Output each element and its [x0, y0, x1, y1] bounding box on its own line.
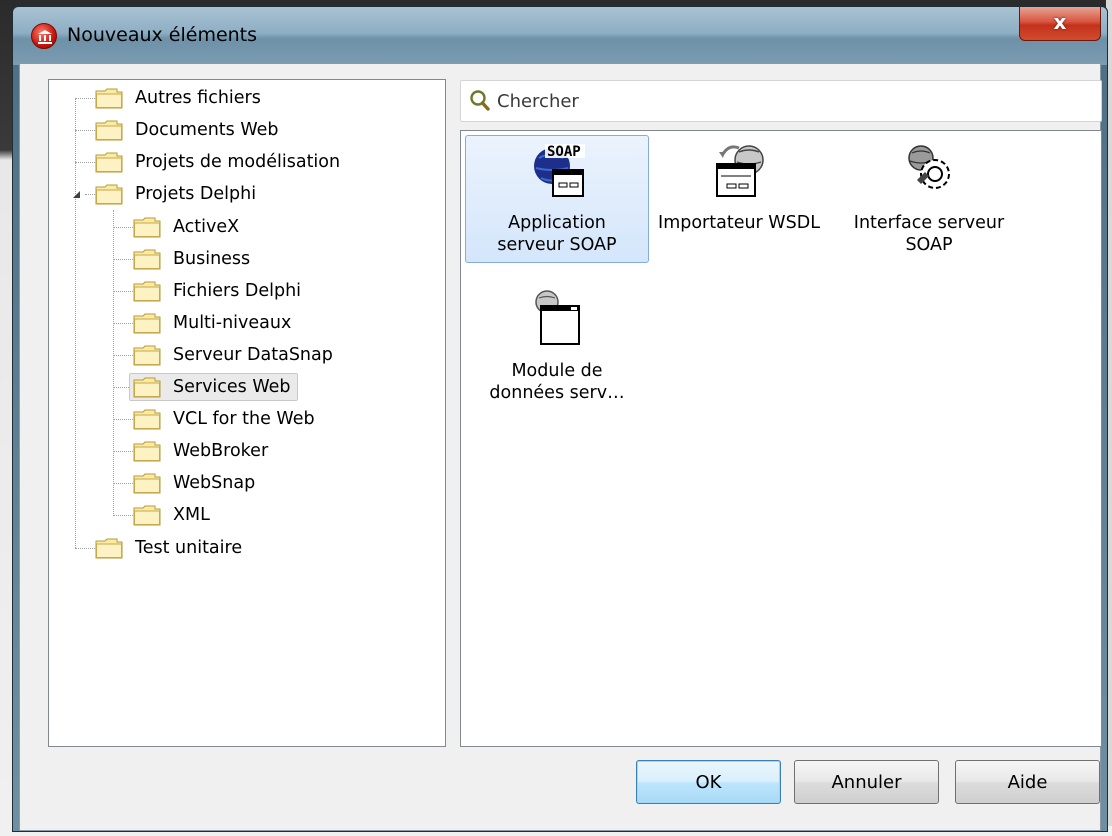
folder-icon: [133, 313, 161, 334]
tree-item-projets-delphi[interactable]: Projets Delphi: [95, 180, 260, 208]
tree-item-serveur-datasnap[interactable]: Serveur DataSnap: [133, 341, 337, 369]
new-items-dialog: Nouveaux éléments x Autres fichiers Docu…: [12, 6, 1108, 832]
tree-line: [113, 419, 133, 420]
svg-text:SOAP: SOAP: [547, 144, 581, 160]
tree-item-vcl-for-the-web[interactable]: VCL for the Web: [133, 405, 319, 433]
gallery-item-interface-serveur-soap[interactable]: Interface serveur SOAP: [837, 135, 1021, 263]
tree-item-services-web[interactable]: Services Web: [129, 373, 298, 401]
tree-line: [113, 323, 133, 324]
gallery-item-module-donnees-serveur[interactable]: Module de données serv…: [465, 283, 649, 411]
folder-icon: [133, 281, 161, 302]
gallery-item-label: Module de données serv…: [466, 360, 648, 404]
tree-item-autres-fichiers[interactable]: Autres fichiers: [95, 84, 265, 112]
help-button[interactable]: Aide: [955, 760, 1100, 804]
tree-line: [113, 227, 133, 228]
tree-line: [113, 355, 133, 356]
tree-item-label: Services Web: [173, 377, 291, 397]
tree-item-fichiers-delphi[interactable]: Fichiers Delphi: [133, 277, 305, 305]
tree-line: [75, 130, 95, 131]
tree-item-label: Multi-niveaux: [173, 313, 292, 333]
tree-line: [75, 548, 95, 549]
gallery-item-importateur-wsdl[interactable]: Importateur WSDL: [647, 135, 831, 263]
folder-icon: [133, 409, 161, 430]
tree-line: [113, 483, 133, 484]
tree-line: [113, 515, 133, 516]
tree-item-multi-niveaux[interactable]: Multi-niveaux: [133, 309, 295, 337]
tree-line: [75, 98, 95, 99]
tree-line: [75, 98, 76, 548]
search-icon: [470, 90, 490, 111]
gallery-label-line: Interface serveur: [853, 213, 1005, 233]
tree-line: [113, 259, 133, 260]
gallery-label-line: Module de: [511, 361, 603, 381]
tree-item-label: XML: [173, 505, 210, 525]
app-icon: [31, 23, 57, 49]
gallery-item-label: Importateur WSDL: [648, 212, 830, 234]
gallery-item-label: Application serveur SOAP: [466, 212, 648, 256]
soap-server-icon: SOAP: [534, 144, 585, 197]
tree-item-label: Fichiers Delphi: [173, 281, 302, 301]
search-box[interactable]: [460, 80, 1102, 122]
gallery-label-line: Importateur WSDL: [658, 213, 820, 233]
folder-icon: [133, 441, 161, 462]
tree-item-label: Serveur DataSnap: [173, 345, 333, 365]
tree-item-label: VCL for the Web: [173, 409, 315, 429]
tree-line: [113, 291, 133, 292]
tree-item-label: WebSnap: [173, 473, 256, 493]
tree-item-label: Projets de modélisation: [135, 152, 341, 172]
tree-line: [75, 162, 95, 163]
close-button[interactable]: x: [1019, 7, 1101, 41]
folder-icon: [133, 249, 161, 270]
folder-icon: [133, 217, 161, 238]
tree-item-label: Business: [173, 249, 251, 269]
ok-button[interactable]: OK: [636, 760, 781, 804]
gallery-item-application-serveur-soap[interactable]: SOAP Application serveur SOAP: [465, 135, 649, 263]
folder-icon: [95, 152, 123, 173]
close-icon: x: [1053, 10, 1067, 34]
gallery-item-label: Interface serveur SOAP: [838, 212, 1020, 256]
tree-item-label: Documents Web: [135, 120, 279, 140]
wsdl-importer-icon: [716, 145, 764, 197]
folder-icon: [133, 473, 161, 494]
desktop-background-left: [0, 0, 12, 836]
category-tree[interactable]: Autres fichiers Documents Web Projets de…: [48, 79, 446, 747]
folder-icon: [95, 120, 123, 141]
items-gallery[interactable]: SOAP Application serveur SOAP Importateu…: [460, 130, 1102, 747]
folder-icon: [133, 505, 161, 526]
tree-item-label: Autres fichiers: [135, 88, 261, 108]
tree-item-webbroker[interactable]: WebBroker: [133, 437, 272, 465]
tree-line: [85, 194, 95, 195]
folder-icon: [95, 88, 123, 109]
gallery-label-line: données serv…: [489, 383, 625, 403]
folder-icon: [95, 184, 123, 205]
tree-item-projets-modelisation[interactable]: Projets de modélisation: [95, 148, 344, 176]
tree-item-label: WebBroker: [173, 441, 269, 461]
dialog-client-area: Autres fichiers Documents Web Projets de…: [19, 63, 1102, 831]
tree-item-test-unitaire[interactable]: Test unitaire: [95, 534, 246, 562]
folder-icon: [133, 345, 161, 366]
tree-item-label: ActiveX: [173, 217, 240, 237]
tree-item-label: Test unitaire: [135, 538, 243, 558]
server-data-module-icon: [535, 290, 580, 345]
tree-item-label: Projets Delphi: [135, 184, 257, 204]
tree-item-business[interactable]: Business: [133, 245, 254, 273]
collapse-arrow-icon[interactable]: [71, 188, 83, 200]
gallery-label-line: SOAP: [905, 235, 953, 255]
window-title: Nouveaux éléments: [67, 24, 258, 46]
tree-item-xml[interactable]: XML: [133, 501, 214, 529]
title-bar[interactable]: Nouveaux éléments x: [13, 7, 1107, 65]
gallery-label-line: Application: [508, 213, 606, 233]
tree-line: [113, 451, 133, 452]
search-input[interactable]: [495, 87, 1085, 115]
folder-icon: [95, 538, 123, 559]
tree-item-documents-web[interactable]: Documents Web: [95, 116, 283, 144]
gallery-label-line: serveur SOAP: [497, 235, 617, 255]
soap-interface-icon: [908, 145, 950, 189]
tree-item-websnap[interactable]: WebSnap: [133, 469, 259, 497]
tree-line: [113, 210, 114, 516]
folder-icon: [133, 377, 161, 398]
tree-item-activex[interactable]: ActiveX: [133, 213, 243, 241]
cancel-button[interactable]: Annuler: [794, 760, 939, 804]
